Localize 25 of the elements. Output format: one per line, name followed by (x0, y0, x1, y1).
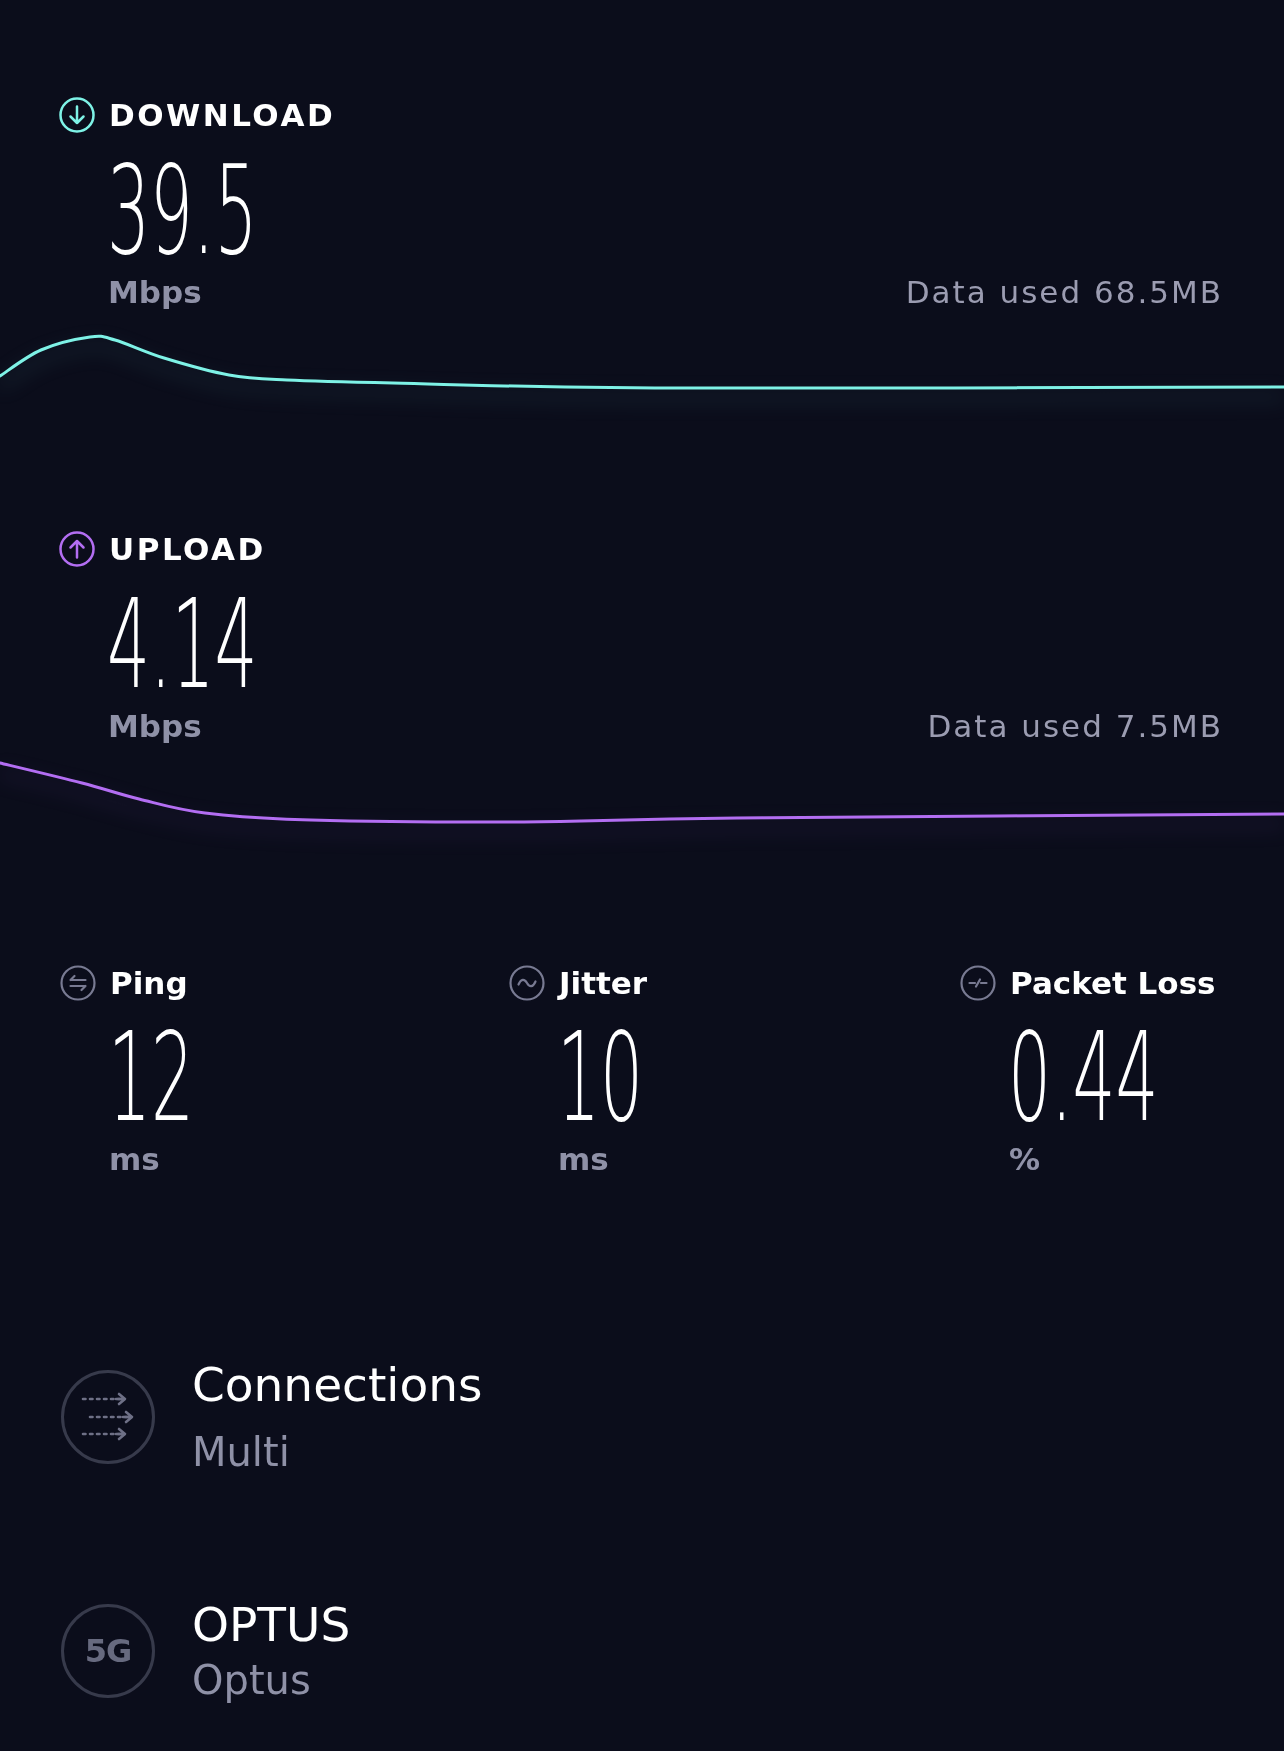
metric-value: 0.44 (1008, 1016, 1159, 1139)
detail-value: Multi (192, 1428, 291, 1477)
metric-unit: % (1009, 1144, 1041, 1175)
metric-label: Packet Loss (1010, 965, 1216, 1001)
wave-icon (509, 965, 545, 1001)
detail-title: Connections (192, 1357, 483, 1414)
metric-value: 10 (557, 1016, 644, 1139)
data-used-text: Data used 7.5MB (927, 711, 1223, 742)
detail-title: OPTUS (192, 1597, 351, 1654)
data-used-text: Data used 68.5MB (905, 277, 1223, 308)
speed-unit: Mbps (108, 711, 202, 742)
opposite-arrows-icon (60, 965, 96, 1001)
speed-unit: Mbps (108, 277, 202, 308)
metric-label: Ping (110, 965, 188, 1001)
metric-unit: ms (558, 1144, 609, 1175)
metric-label: Jitter (559, 965, 648, 1001)
test-label: DOWNLOAD (109, 97, 336, 133)
network-type-label: 5G (61, 1603, 155, 1698)
dotted-arrows-icon (61, 1369, 155, 1464)
test-label: UPLOAD (109, 531, 266, 567)
metric-value: 12 (108, 1016, 195, 1139)
speed-value: 4.14 (107, 583, 258, 706)
metric-unit: ms (109, 1144, 160, 1175)
speed-value: 39.5 (107, 149, 258, 272)
detail-value: Optus (192, 1655, 312, 1704)
